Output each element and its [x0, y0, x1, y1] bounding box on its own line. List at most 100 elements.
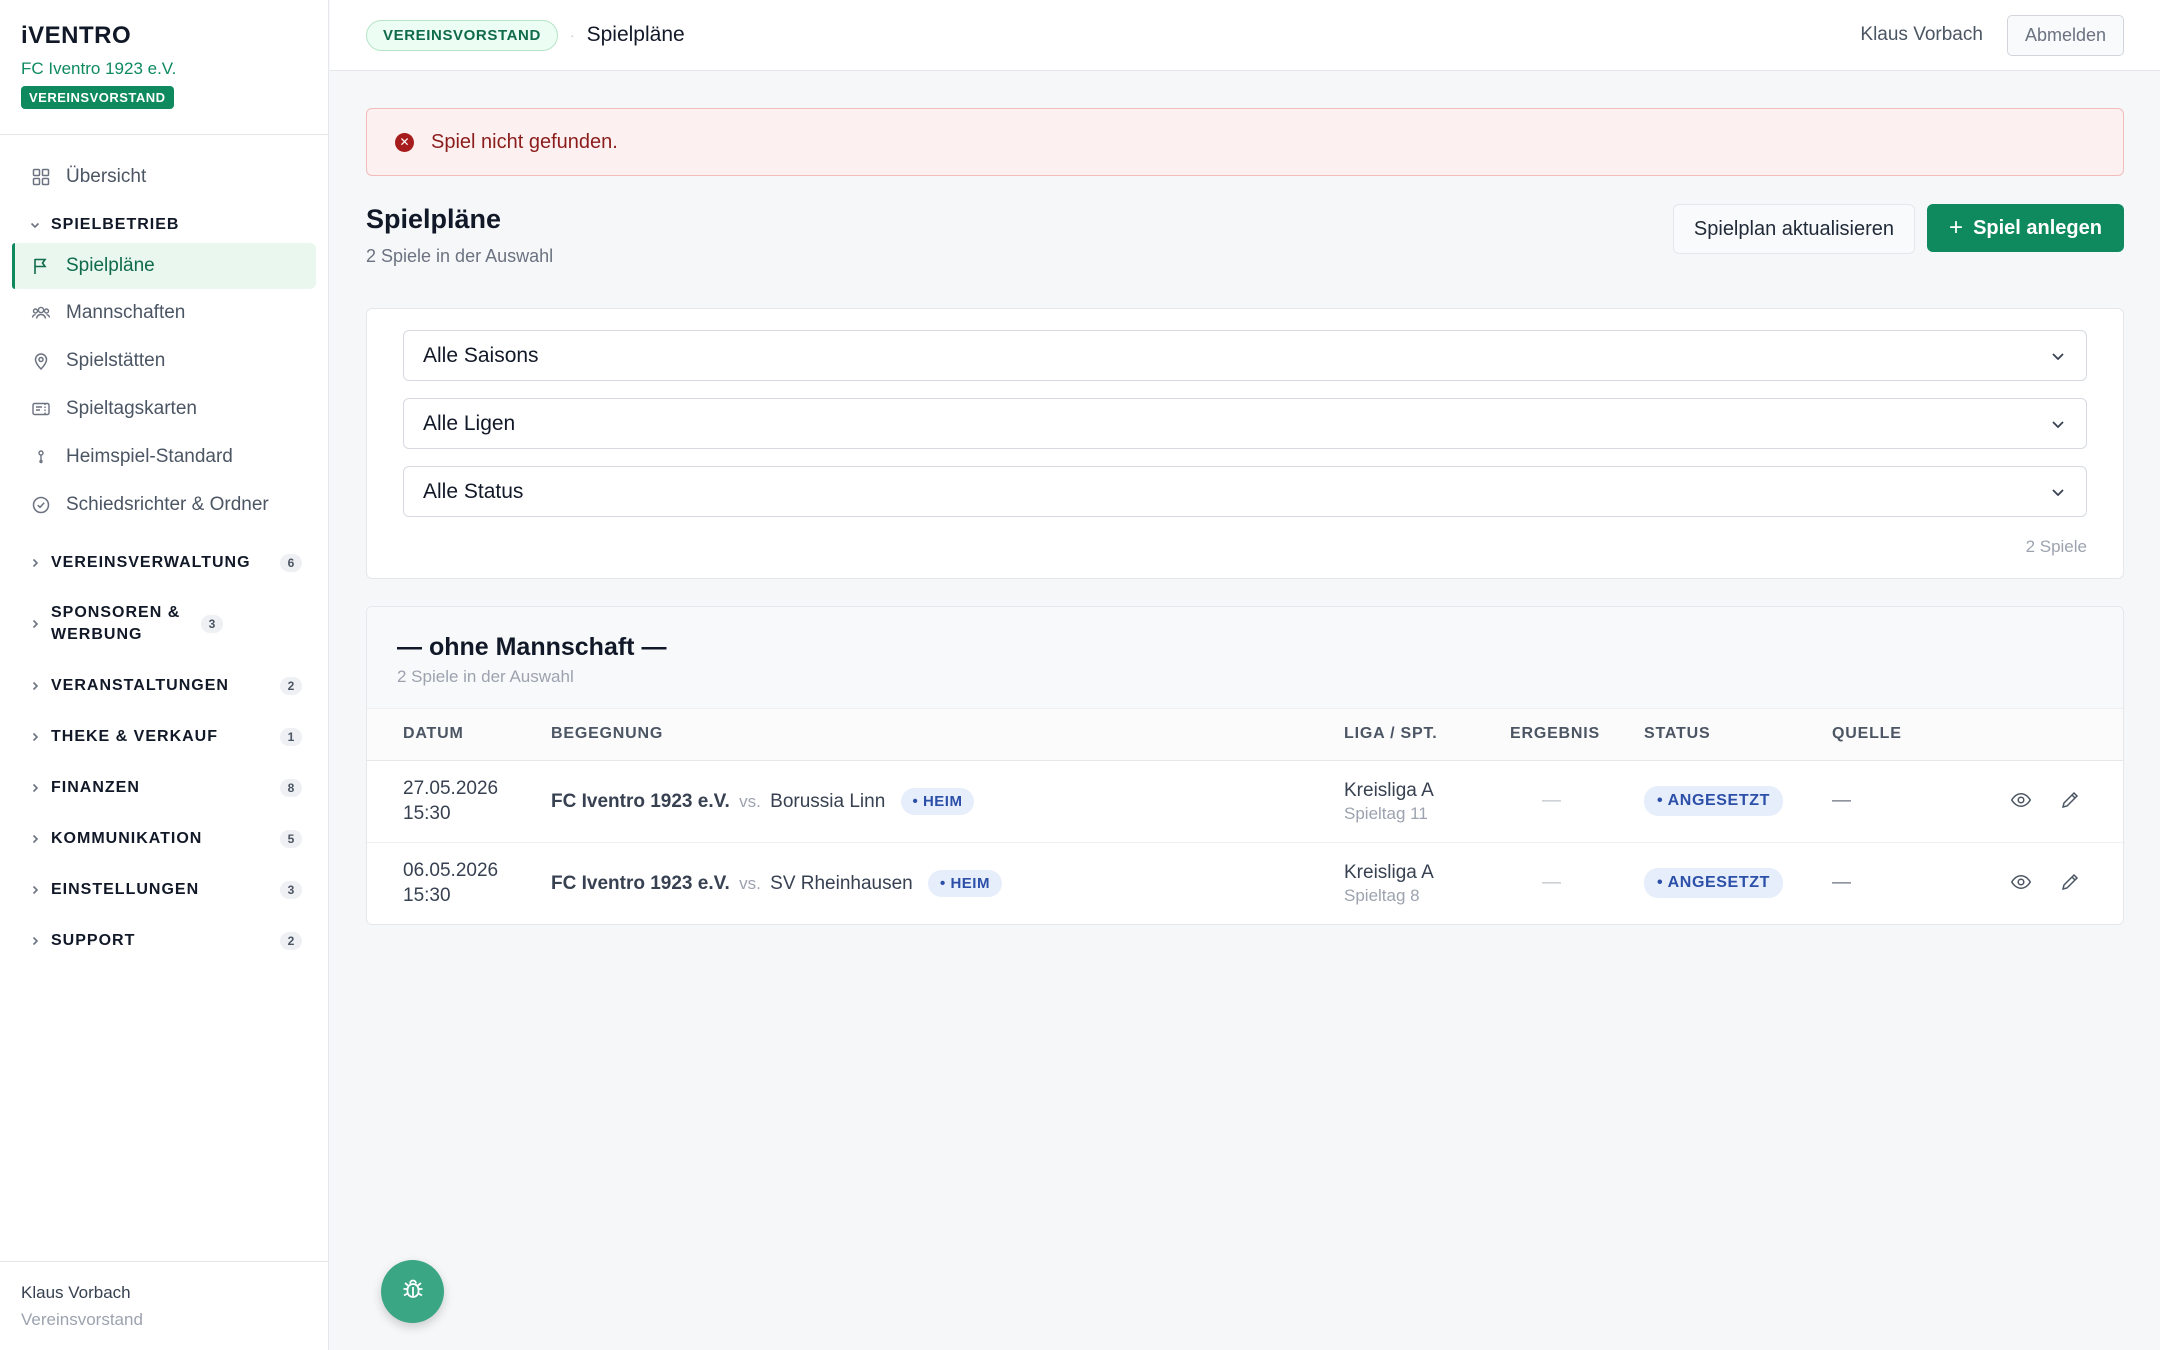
status-badge: • ANGESETZT: [1644, 868, 1783, 899]
column-header-ergebnis[interactable]: ERGEBNIS: [1510, 709, 1644, 761]
league-name: Kreisliga A: [1344, 779, 1434, 801]
nav-group-count: 2: [280, 931, 302, 950]
group-title: — ohne Mannschaft —: [397, 633, 667, 661]
result-value: —: [1542, 790, 1561, 811]
away-team: SV Rheinhausen: [770, 872, 913, 894]
sidebar-nav: Übersicht SPIELBETRIEB Spielpläne Mannsc…: [0, 135, 328, 966]
brand-logo[interactable]: iVENTRO: [21, 22, 307, 50]
sidebar-user: Klaus Vorbach Vereinsvorstand: [0, 1261, 328, 1350]
season-select-value: Alle Saisons: [423, 343, 539, 367]
breadcrumb-role-badge: VEREINSVORSTAND: [366, 19, 558, 51]
filter-card: Alle Saisons Alle Ligen Alle Status 2 Sp…: [366, 308, 2124, 579]
topbar-user-area: Klaus Vorbach Abmelden: [1860, 14, 2124, 56]
pencil-icon[interactable]: [2059, 789, 2083, 813]
link-icon: [31, 447, 51, 467]
logout-button[interactable]: Abmelden: [2006, 14, 2124, 56]
table-row[interactable]: 06.05.2026 15:30 FC Iventro 1923 e.V. vs…: [367, 842, 2123, 924]
bug-report-button[interactable]: [381, 1260, 444, 1323]
nav-group-label: SPONSOREN & WERBUNG: [51, 604, 181, 643]
matchday: Spieltag 11: [1344, 803, 1428, 823]
cell-actions: [1972, 842, 2123, 924]
nav-group-count: 3: [201, 615, 223, 633]
season-select[interactable]: Alle Saisons: [403, 330, 2087, 381]
chevron-down-icon: [2049, 415, 2067, 433]
cell-status: • ANGESETZT: [1644, 842, 1832, 924]
nav-group-spielbetrieb[interactable]: SPIELBETRIEB: [0, 207, 328, 243]
topbar: VEREINSVORSTAND · Spielpläne Klaus Vorba…: [330, 0, 2160, 71]
error-icon: ✕: [395, 132, 414, 152]
ticket-icon: [31, 399, 51, 419]
nav-group-label: EINSTELLUNGEN: [51, 880, 200, 898]
map-pin-icon: [31, 351, 51, 371]
page-header: Spielpläne 2 Spiele in der Auswahl Spiel…: [366, 204, 2124, 296]
game-time: 15:30: [403, 885, 451, 907]
vs-label: vs.: [739, 873, 761, 893]
sidebar-user-name: Klaus Vorbach: [21, 1283, 131, 1302]
create-game-button[interactable]: + Spiel anlegen: [1927, 204, 2124, 252]
cell-date: 27.05.2026 15:30: [367, 760, 551, 843]
column-header-datum[interactable]: DATUM: [367, 709, 551, 761]
brand-block: iVENTRO FC Iventro 1923 e.V. VEREINSVORS…: [0, 0, 328, 135]
main-content: ✕ Spiel nicht gefunden. Spielpläne 2 Spi…: [366, 108, 2124, 925]
league-select[interactable]: Alle Ligen: [403, 398, 2087, 449]
result-value: —: [1542, 872, 1561, 894]
chevron-down-icon: [2049, 483, 2067, 501]
column-header-actions: [1972, 709, 2123, 761]
nav-group-label: FINANZEN: [51, 778, 140, 796]
column-header-liga[interactable]: LIGA / SPT.: [1344, 709, 1510, 761]
sidebar-item-heimspiel-standard[interactable]: Heimspiel-Standard: [0, 433, 328, 481]
chevron-right-icon: [29, 680, 43, 692]
sidebar-item-schiedsrichter[interactable]: Schiedsrichter & Ordner: [0, 481, 328, 529]
eye-icon[interactable]: [2010, 789, 2034, 813]
column-header-begegnung[interactable]: BEGEGNUNG: [551, 709, 1344, 761]
eye-icon[interactable]: [2010, 871, 2034, 895]
create-game-label: Spiel anlegen: [1973, 216, 2102, 239]
group-subtitle: 2 Spiele in der Auswahl: [397, 667, 574, 686]
cell-source: —: [1832, 872, 1851, 894]
nav-group-vereinsverwaltung[interactable]: VEREINSVERWALTUNG 6: [0, 537, 328, 588]
vs-label: vs.: [739, 791, 761, 811]
cell-result: —: [1510, 760, 1644, 843]
game-time: 15:30: [403, 803, 451, 824]
matchday: Spieltag 8: [1344, 885, 1420, 905]
group-header: — ohne Mannschaft — 2 Spiele in der Ausw…: [367, 607, 2123, 709]
chevron-down-icon: [2049, 347, 2067, 365]
role-badge: VEREINSVORSTAND: [21, 86, 174, 109]
nav-group-count: 3: [280, 880, 302, 899]
game-date: 06.05.2026: [403, 860, 499, 882]
sidebar-item-overview[interactable]: Übersicht: [0, 153, 328, 201]
grid-icon: [31, 167, 51, 187]
column-header-quelle[interactable]: QUELLE: [1832, 709, 1972, 761]
sidebar-item-label: Spielstätten: [66, 350, 166, 371]
chevron-right-icon: [29, 782, 43, 794]
column-header-status[interactable]: STATUS: [1644, 709, 1832, 761]
nav-group-support[interactable]: SUPPORT 2: [0, 915, 328, 966]
nav-group-sponsoren[interactable]: SPONSOREN & WERBUNG 3: [0, 588, 328, 660]
nav-group-einstellungen[interactable]: EINSTELLUNGEN 3: [0, 864, 328, 915]
pencil-icon[interactable]: [2059, 871, 2083, 895]
breadcrumb-separator: ·: [569, 27, 575, 43]
home-game-badge: • HEIM: [928, 869, 1002, 897]
table-header-row: DATUM BEGEGNUNG LIGA / SPT. ERGEBNIS STA…: [367, 709, 2123, 761]
sidebar-user-role: Vereinsvorstand: [21, 1310, 143, 1329]
table-row[interactable]: 27.05.2026 15:30 FC Iventro 1923 e.V. vs…: [367, 760, 2123, 843]
nav-group-count: 8: [280, 778, 302, 797]
chevron-right-icon: [29, 935, 43, 947]
error-alert-text: Spiel nicht gefunden.: [431, 130, 618, 153]
nav-group-theke[interactable]: THEKE & VERKAUF 1: [0, 711, 328, 762]
chevron-right-icon: [29, 731, 43, 743]
nav-group-label: SUPPORT: [51, 931, 136, 949]
check-circle-icon: [31, 495, 51, 515]
nav-group-kommunikation[interactable]: KOMMUNIKATION 5: [0, 813, 328, 864]
refresh-schedule-button[interactable]: Spielplan aktualisieren: [1672, 204, 1916, 254]
filter-result-count: 2 Spiele: [2025, 537, 2087, 556]
nav-group-veranstaltungen[interactable]: VERANSTALTUNGEN 2: [0, 660, 328, 711]
sidebar-item-spieltagskarten[interactable]: Spieltagskarten: [0, 385, 328, 433]
sidebar-item-spielplaene[interactable]: Spielpläne: [12, 243, 316, 289]
nav-group-finanzen[interactable]: FINANZEN 8: [0, 762, 328, 813]
sidebar-item-mannschaften[interactable]: Mannschaften: [0, 289, 328, 337]
cell-date: 06.05.2026 15:30: [367, 842, 551, 924]
cell-actions: [1972, 760, 2123, 843]
status-select[interactable]: Alle Status: [403, 466, 2087, 517]
sidebar-item-spielstaetten[interactable]: Spielstätten: [0, 337, 328, 385]
